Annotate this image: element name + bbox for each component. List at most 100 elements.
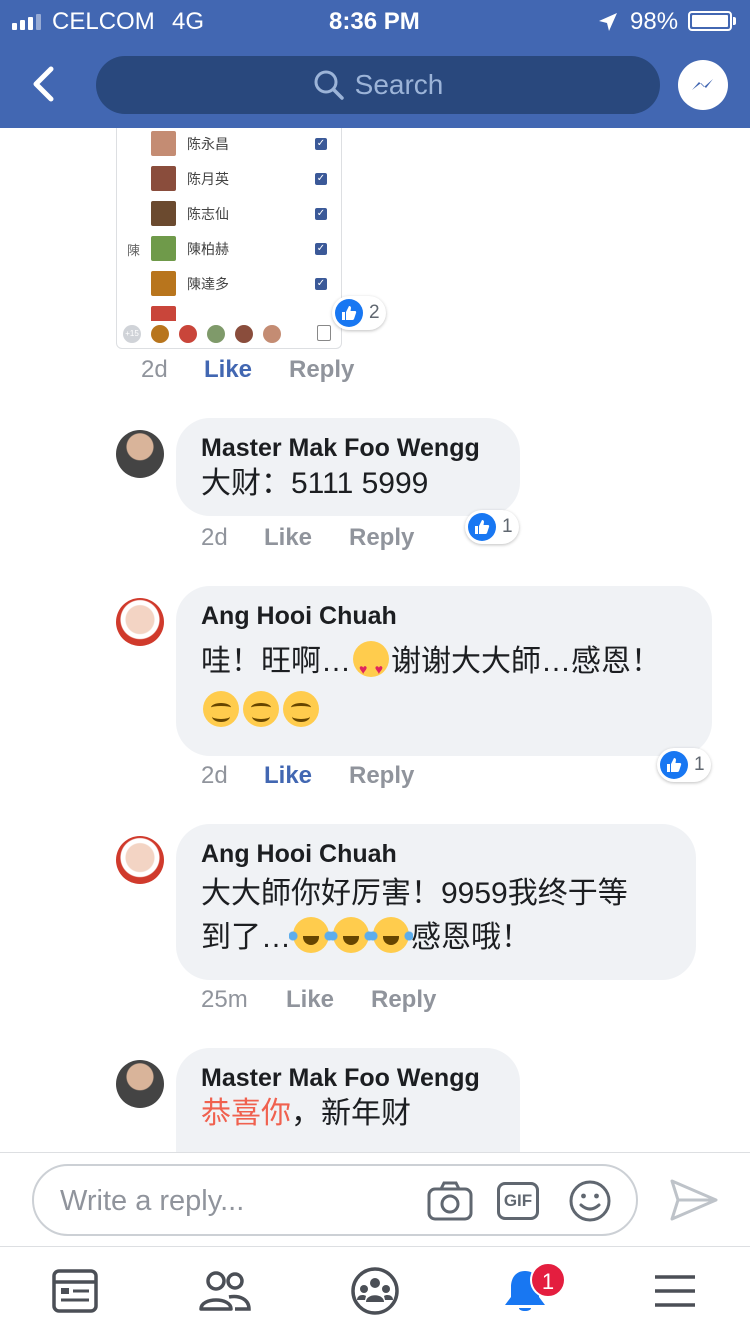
like-button[interactable]: Like bbox=[286, 986, 371, 1014]
reaction-summary[interactable]: 1 bbox=[657, 748, 711, 782]
list-item: 陈志仙 ✓ bbox=[117, 198, 341, 233]
list-item: 陳 陳柏赫 ✓ bbox=[117, 233, 341, 268]
checkbox-checked-icon: ✓ bbox=[315, 243, 327, 255]
avatar bbox=[151, 325, 169, 343]
reply-composer: GIF bbox=[32, 1164, 638, 1236]
avatar[interactable] bbox=[116, 430, 164, 478]
index-letter: 陳 bbox=[127, 243, 141, 258]
battery-tip bbox=[733, 17, 736, 25]
contact-name: 陈志仙 bbox=[187, 206, 229, 222]
signal-strength-icon bbox=[12, 12, 41, 30]
comment-text-part: 谢谢大大師…感恩！ bbox=[391, 645, 661, 678]
contact-thumbnail bbox=[151, 131, 176, 156]
status-time: 8:36 PM bbox=[329, 8, 420, 35]
more-count-badge: +15 bbox=[123, 325, 141, 343]
like-button[interactable]: Like bbox=[264, 524, 349, 552]
checkbox-checked-icon: ✓ bbox=[315, 138, 327, 150]
avatar[interactable] bbox=[116, 598, 164, 646]
reply-button[interactable]: Reply bbox=[349, 524, 414, 552]
contact-thumbnail bbox=[151, 236, 176, 261]
contact-name: 陈永昌 bbox=[187, 136, 229, 152]
avatar bbox=[179, 325, 197, 343]
comment-author[interactable]: Master Mak Foo Wengg bbox=[201, 432, 496, 464]
reaction-count: 2 bbox=[369, 302, 380, 323]
search-input[interactable]: Search bbox=[96, 56, 660, 114]
checkbox-checked-icon: ✓ bbox=[315, 173, 327, 185]
reply-button[interactable]: Reply bbox=[349, 762, 414, 790]
avatar bbox=[263, 325, 281, 343]
comment-image-attachment[interactable]: 陈永昌 ✓ 陈月英 ✓ 陈志仙 ✓ 陳 陳柏赫 ✓ 陳達多 ✓ +15 bbox=[116, 128, 342, 349]
camera-icon bbox=[427, 1181, 473, 1221]
messenger-button[interactable] bbox=[678, 60, 728, 110]
comment-time: 2d bbox=[201, 524, 228, 551]
list-item: 陳達多 ✓ bbox=[117, 268, 341, 303]
search-placeholder: Search bbox=[354, 69, 444, 100]
comment-time: 2d bbox=[141, 356, 168, 383]
chevron-left-icon bbox=[33, 66, 54, 102]
checkbox-checked-icon: ✓ bbox=[315, 278, 327, 290]
search-icon bbox=[314, 70, 344, 100]
reply-button[interactable]: Reply bbox=[371, 986, 436, 1014]
hamburger-menu-icon bbox=[655, 1275, 695, 1307]
comment-text: 大财：5111 5999 bbox=[201, 467, 429, 500]
tears-of-joy-emoji-icon bbox=[369, 917, 413, 953]
comment-bubble: Ang Hooi Chuah 哇！旺啊… 谢谢大大師…感恩！ bbox=[176, 586, 712, 756]
back-button[interactable] bbox=[20, 58, 66, 110]
reaction-summary[interactable]: 1 bbox=[465, 510, 519, 544]
comment-text-part: 到了… bbox=[201, 921, 291, 954]
notification-badge: 1 bbox=[530, 1262, 566, 1298]
comment-author[interactable]: Ang Hooi Chuah bbox=[201, 838, 672, 870]
tears-of-joy-emoji-icon bbox=[289, 917, 333, 953]
comment-text: 到了… 感恩哦！ bbox=[201, 916, 672, 960]
comment-actions: 25m Like Reply bbox=[201, 986, 436, 1014]
reaction-summary[interactable]: 2 bbox=[332, 296, 386, 330]
comment-text-part: ，新年财 bbox=[291, 1097, 411, 1130]
like-reaction-icon bbox=[468, 513, 496, 541]
like-button[interactable]: Like bbox=[204, 356, 289, 384]
like-reaction-icon bbox=[660, 751, 688, 779]
comment-author[interactable]: Ang Hooi Chuah bbox=[201, 600, 688, 632]
battery-icon bbox=[688, 11, 732, 31]
highlighted-text-link[interactable]: 恭喜你 bbox=[201, 1097, 291, 1130]
smiley-icon bbox=[569, 1180, 611, 1222]
send-button[interactable] bbox=[664, 1172, 724, 1228]
smile-emoji-icon bbox=[243, 691, 279, 727]
comment-actions: 2d Like Reply bbox=[141, 356, 354, 384]
comment-time: 25m bbox=[201, 986, 248, 1013]
tab-news-feed[interactable] bbox=[35, 1256, 115, 1326]
contact-name: 陳柏赫 bbox=[187, 241, 229, 257]
list-item-partial bbox=[117, 303, 341, 321]
list-item: 陈永昌 ✓ bbox=[117, 128, 341, 163]
reply-input[interactable] bbox=[58, 1180, 422, 1222]
groups-icon bbox=[351, 1267, 399, 1315]
comment-actions: 2d Like Reply bbox=[201, 762, 414, 790]
friends-icon bbox=[199, 1271, 251, 1311]
news-feed-icon bbox=[52, 1269, 98, 1313]
smile-emoji-icon bbox=[203, 691, 239, 727]
location-arrow-icon bbox=[599, 13, 617, 31]
avatar[interactable] bbox=[116, 836, 164, 884]
reaction-count: 1 bbox=[694, 754, 705, 775]
checkbox-checked-icon: ✓ bbox=[315, 208, 327, 220]
selected-avatars-strip: +15 bbox=[117, 321, 341, 348]
heart-eyes-emoji-icon bbox=[353, 641, 389, 691]
reaction-count: 1 bbox=[502, 516, 513, 537]
comment-author[interactable]: Master Mak Foo Wengg bbox=[201, 1062, 496, 1094]
contact-name: 陳達多 bbox=[187, 276, 229, 292]
contact-name: 陈月英 bbox=[187, 171, 229, 187]
reply-button[interactable]: Reply bbox=[289, 356, 354, 384]
tab-menu[interactable] bbox=[635, 1256, 715, 1326]
sticker-button[interactable] bbox=[566, 1178, 614, 1224]
avatar[interactable] bbox=[116, 1060, 164, 1108]
comment-actions: 2d Like Reply bbox=[201, 524, 414, 552]
camera-button[interactable] bbox=[426, 1178, 474, 1224]
comment-bubble: Master Mak Foo Wengg 恭喜你，新年财 bbox=[176, 1048, 520, 1152]
comment-text: 哇！旺啊… 谢谢大大師…感恩！ bbox=[201, 640, 688, 691]
tab-groups[interactable] bbox=[335, 1256, 415, 1326]
like-button[interactable]: Like bbox=[264, 762, 349, 790]
list-item: 陈月英 ✓ bbox=[117, 163, 341, 198]
comment-text: 大大師你好厉害！9959我终于等 bbox=[201, 877, 628, 910]
gif-icon: GIF bbox=[497, 1182, 539, 1220]
tab-friends[interactable] bbox=[185, 1256, 265, 1326]
gif-button[interactable]: GIF bbox=[494, 1178, 542, 1224]
